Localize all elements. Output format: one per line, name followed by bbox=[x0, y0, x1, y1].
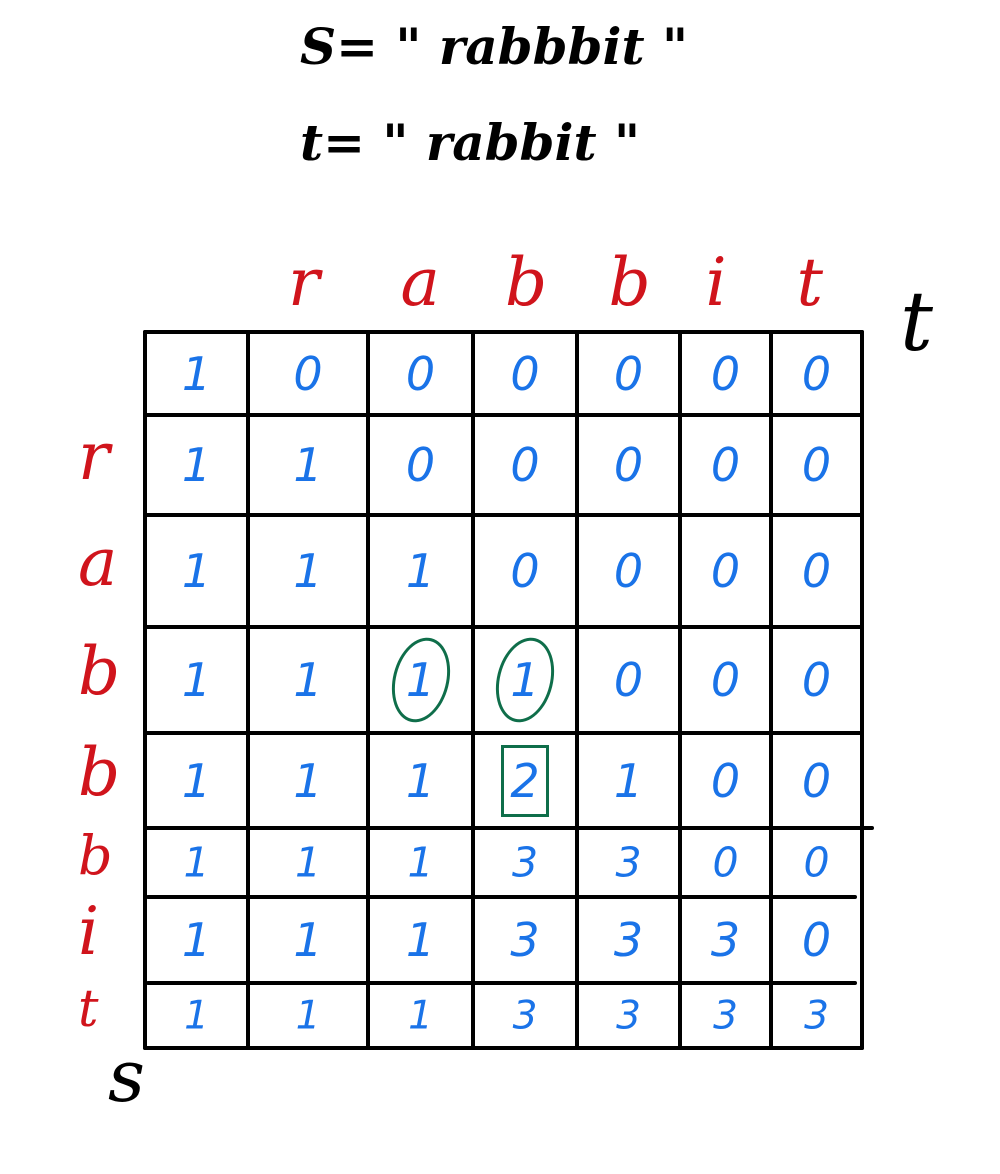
dp-cell: 1 bbox=[183, 838, 210, 886]
dp-cell: 1 bbox=[405, 544, 436, 598]
column-header: i bbox=[705, 244, 727, 321]
row-header: r bbox=[78, 418, 110, 496]
column-header: t bbox=[796, 244, 824, 321]
dp-cell: 0 bbox=[405, 346, 436, 401]
column-header: b bbox=[505, 244, 548, 321]
column-header: r bbox=[288, 244, 320, 321]
dp-cell: 0 bbox=[710, 346, 741, 401]
column-header: a bbox=[400, 244, 440, 321]
row-header: b bbox=[78, 633, 121, 711]
dp-cell: 1 bbox=[181, 544, 212, 598]
dp-cell: 0 bbox=[710, 653, 741, 707]
dp-cell: 0 bbox=[710, 438, 741, 492]
dp-cell: 0 bbox=[293, 346, 323, 401]
dp-cell: 3 bbox=[510, 913, 540, 967]
dp-cell: 0 bbox=[710, 753, 741, 808]
dp-cell: 1 bbox=[293, 438, 323, 492]
dp-cell: 3 bbox=[512, 993, 538, 1038]
dp-cell: 0 bbox=[510, 346, 540, 401]
dp-cell: 3 bbox=[804, 993, 829, 1038]
dp-cell: 1 bbox=[181, 346, 212, 401]
row-header: b bbox=[78, 824, 113, 888]
dp-cell: 0 bbox=[801, 346, 832, 401]
dp-cell: 0 bbox=[613, 438, 644, 492]
dp-cell: 1 bbox=[613, 753, 644, 808]
dp-cell: 1 bbox=[181, 753, 212, 808]
dp-cell: 3 bbox=[511, 838, 539, 886]
column-header: b bbox=[608, 244, 651, 321]
row-header: a bbox=[78, 524, 118, 602]
dp-cell: 3 bbox=[616, 993, 641, 1038]
dp-cell: 1 bbox=[293, 753, 323, 808]
row-header: b bbox=[78, 733, 121, 811]
dp-cell: 3 bbox=[710, 913, 741, 967]
dp-cell: 0 bbox=[801, 913, 832, 967]
dp-cell: 0 bbox=[510, 544, 540, 598]
dp-cell: 1 bbox=[407, 838, 434, 886]
dp-cell: 0 bbox=[801, 544, 832, 598]
dp-cell: 0 bbox=[613, 346, 644, 401]
dp-cell: 3 bbox=[615, 838, 642, 886]
dp-cell: 1 bbox=[405, 913, 436, 967]
row-header: t bbox=[78, 979, 99, 1039]
dp-cell: 0 bbox=[710, 544, 741, 598]
dp-cell: 1 bbox=[408, 993, 433, 1038]
dp-cell: 1 bbox=[294, 838, 322, 886]
dp-table-grid bbox=[143, 330, 874, 1050]
dp-cell: 0 bbox=[613, 544, 644, 598]
dp-cell: 0 bbox=[801, 653, 832, 707]
dp-cell: 0 bbox=[510, 438, 540, 492]
dp-cell: 3 bbox=[713, 993, 738, 1038]
dp-cell: 1 bbox=[295, 993, 321, 1038]
dp-cell: 0 bbox=[405, 438, 436, 492]
dp-cell: 1 bbox=[181, 913, 212, 967]
dp-cell: 0 bbox=[613, 653, 644, 707]
dp-cell: 1 bbox=[293, 544, 323, 598]
row-header: i bbox=[78, 893, 100, 971]
dp-cell: 1 bbox=[181, 653, 212, 707]
dp-cell: 0 bbox=[801, 753, 832, 808]
dp-cell: 1 bbox=[293, 653, 323, 707]
dp-cell: 1 bbox=[184, 993, 209, 1038]
dp-cell: 1 bbox=[181, 438, 212, 492]
dp-cell: 1 bbox=[405, 753, 436, 808]
dp-cell: 1 bbox=[293, 913, 323, 967]
highlight-box bbox=[501, 744, 549, 817]
dp-cell: 0 bbox=[803, 838, 830, 886]
dp-cell: 3 bbox=[613, 913, 644, 967]
dp-cell: 0 bbox=[712, 838, 739, 886]
dp-cell: 0 bbox=[801, 438, 832, 492]
